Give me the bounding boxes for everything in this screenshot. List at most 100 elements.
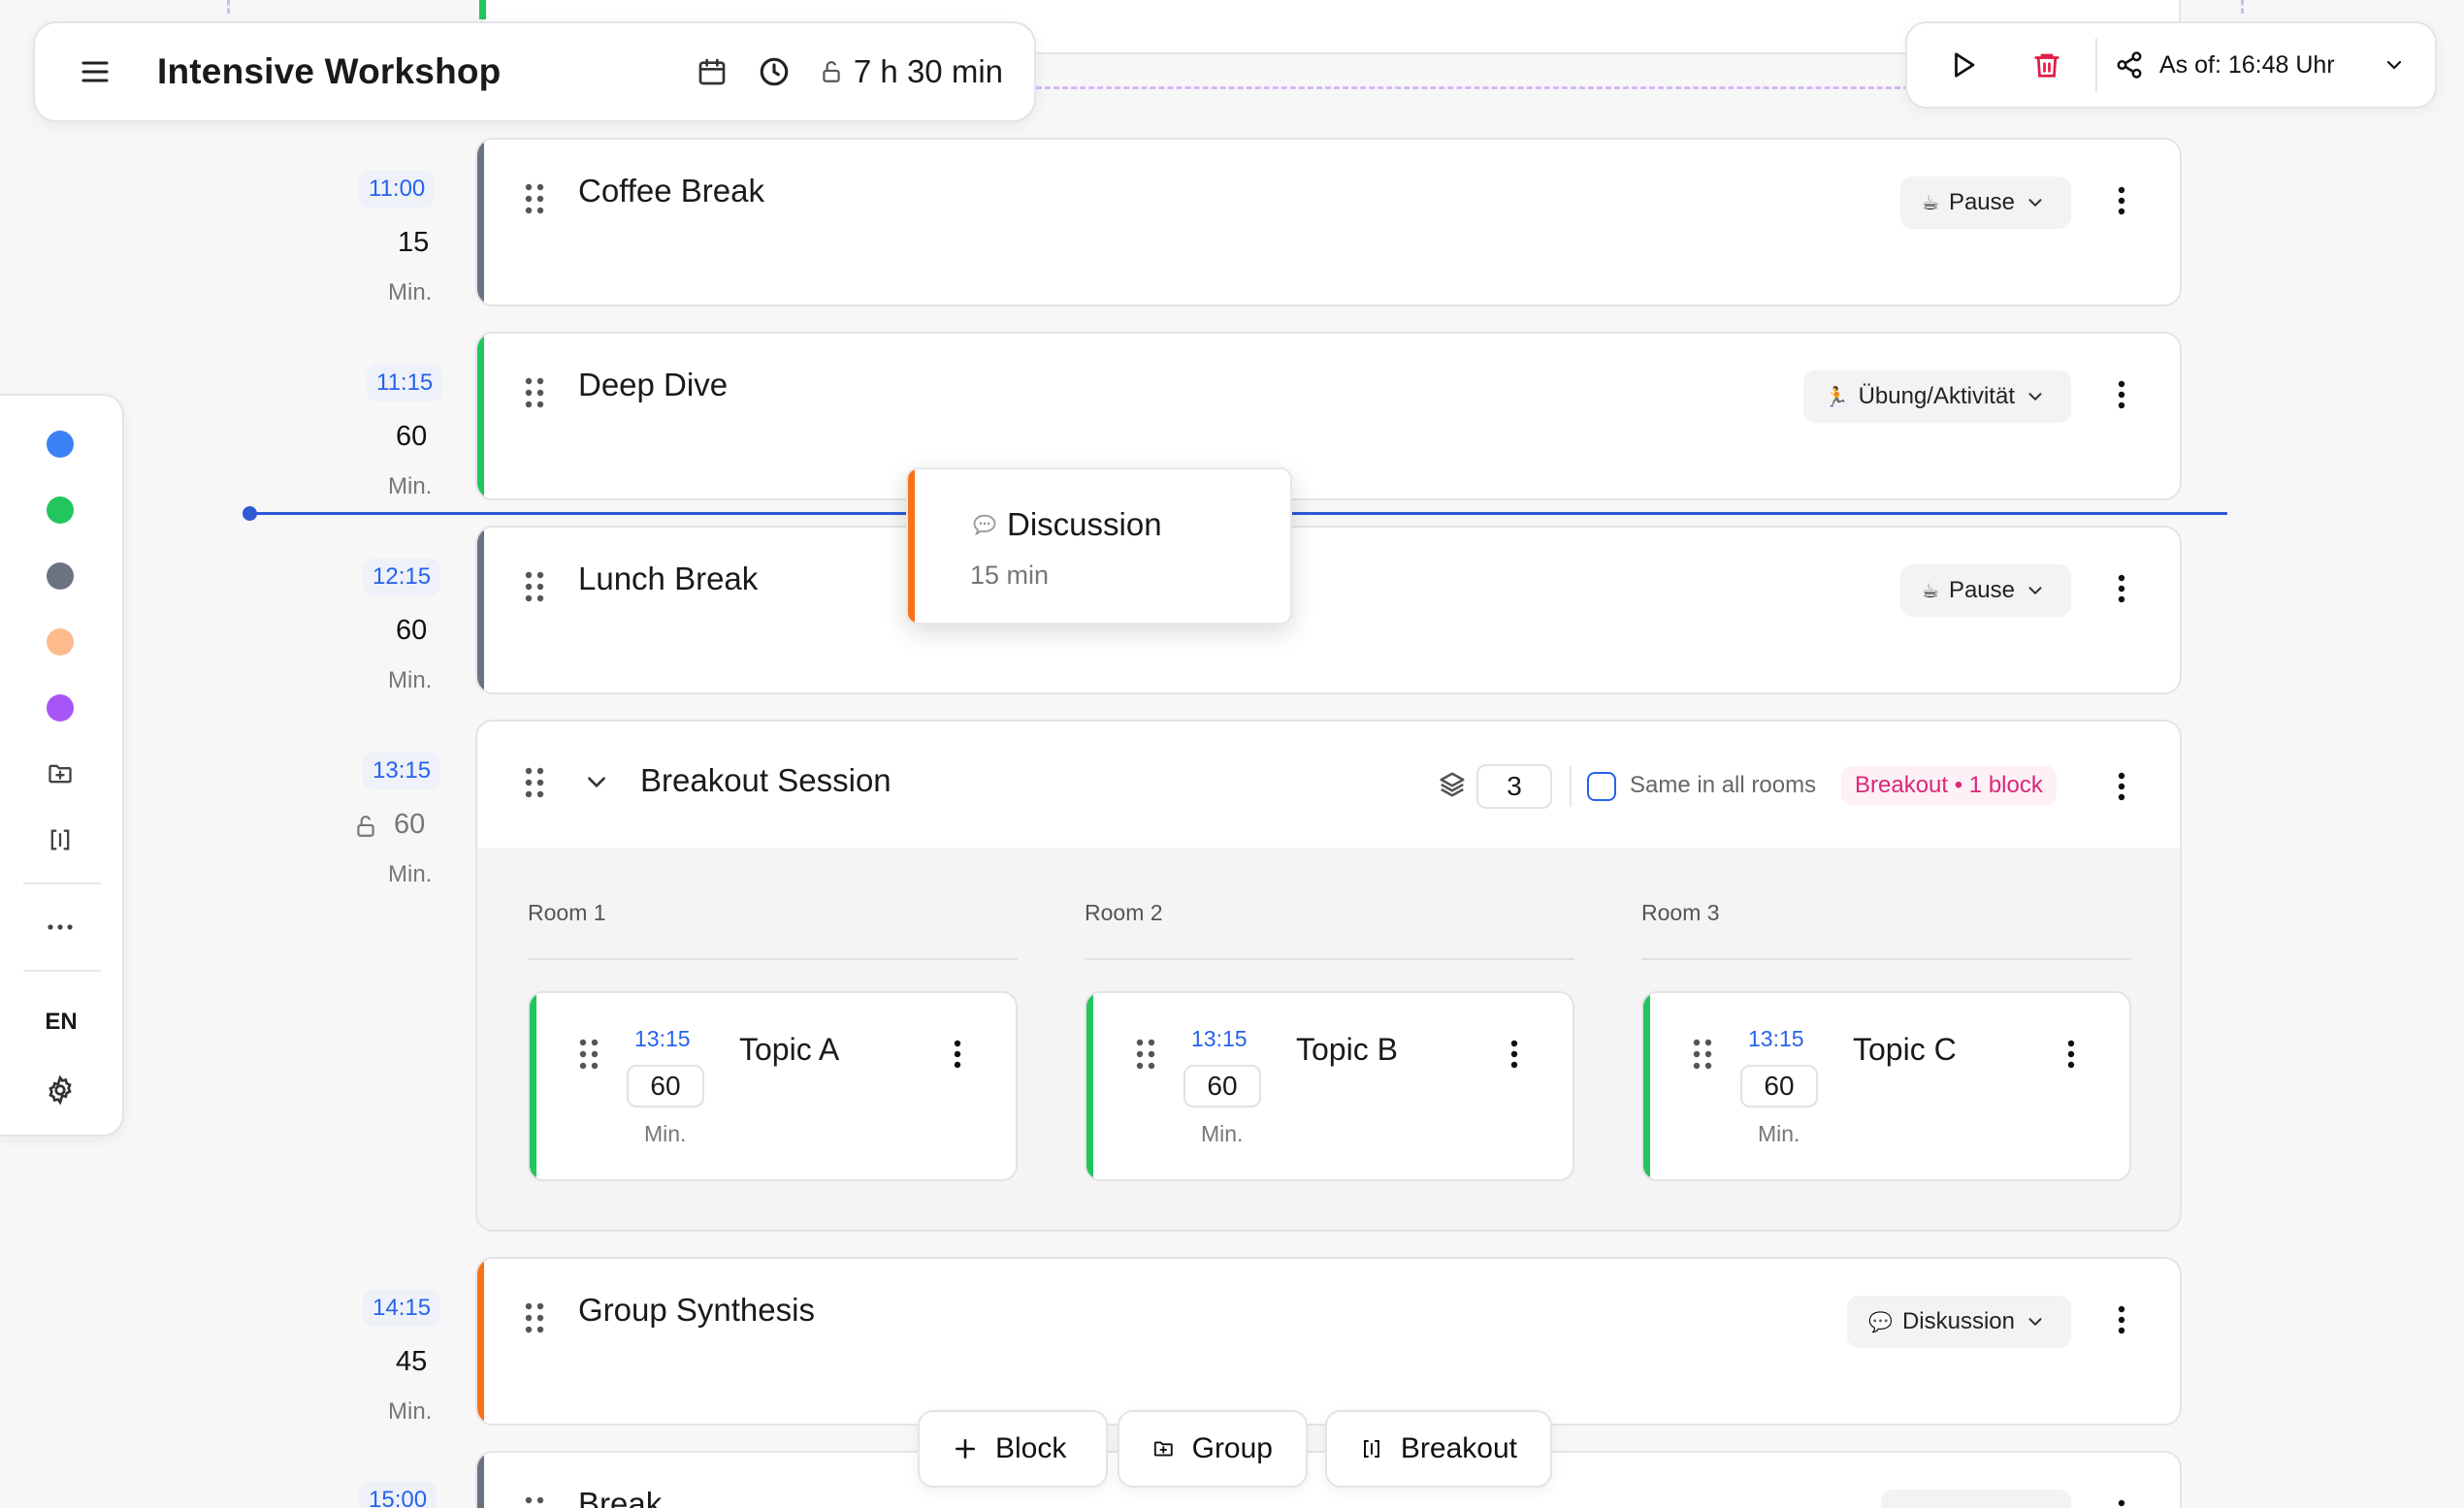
delete-button[interactable]: [2020, 38, 2074, 92]
block-duration[interactable]: 60: [396, 421, 427, 453]
agenda-toolbar: As of: 16:48 Uhr: [1905, 21, 2437, 109]
plus-icon: [956, 1439, 975, 1459]
block-type-dropdown[interactable]: 🏃 Übung/Aktivität: [1802, 370, 2071, 423]
add-group-button[interactable]: Group: [1118, 1410, 1308, 1488]
room-block[interactable]: 13:15 60 Min. Topic C: [1641, 991, 2131, 1181]
room-block-time: 13:15: [1191, 1026, 1248, 1051]
room-block-title[interactable]: Topic A: [739, 1032, 839, 1068]
block-type-dropdown[interactable]: 💬 Diskussion: [1847, 1296, 2071, 1348]
room-count-input[interactable]: 3: [1476, 764, 1552, 809]
room-block-duration[interactable]: 60: [1183, 1065, 1261, 1107]
language-switch[interactable]: EN: [0, 1009, 126, 1036]
duration-unit: Min.: [388, 667, 433, 693]
breakout-title[interactable]: Breakout Session: [640, 762, 892, 799]
block-title[interactable]: Break: [578, 1486, 662, 1508]
chevron-down-icon: [2028, 393, 2042, 401]
share-version-dropdown[interactable]: As of: 16:48 Uhr: [2115, 50, 2406, 80]
drag-handle-icon[interactable]: [524, 1301, 545, 1334]
agenda-block[interactable]: Coffee Break ☕ Pause: [475, 138, 2182, 306]
agenda-title[interactable]: Intensive Workshop: [157, 51, 673, 92]
agenda-block[interactable]: Lunch Break ☕ Pause: [475, 526, 2182, 694]
room-block-duration[interactable]: 60: [1740, 1065, 1818, 1107]
room-divider: [528, 958, 1018, 960]
block-type-dropdown[interactable]: ☕ Pause: [1900, 176, 2071, 229]
drag-handle-icon[interactable]: [578, 1038, 600, 1071]
speech-bubble-icon: 💬: [1868, 1311, 1893, 1333]
kebab-menu-icon[interactable]: [2118, 772, 2125, 801]
block-type-label: Übung/Aktivität: [1858, 383, 2015, 409]
color-swatch-blue[interactable]: [47, 431, 74, 458]
kebab-menu-icon[interactable]: [2118, 1499, 2125, 1508]
add-block-button[interactable]: Block: [918, 1410, 1108, 1488]
block-duration[interactable]: 60: [394, 809, 425, 841]
add-breakout-button[interactable]: Breakout: [1325, 1410, 1552, 1488]
previous-block-stripe: [479, 0, 486, 19]
calendar-icon[interactable]: [689, 48, 735, 95]
block-duration[interactable]: 45: [396, 1346, 427, 1378]
room-label: Room 1: [528, 900, 606, 925]
play-button[interactable]: [1936, 38, 1991, 92]
same-in-all-rooms-checkbox[interactable]: [1587, 772, 1616, 801]
agenda-block[interactable]: Deep Dive 🏃 Übung/Aktivität: [475, 332, 2182, 500]
header-divider: [1570, 766, 1572, 807]
duration-unit: Min.: [388, 473, 433, 499]
duration-unit: Min.: [388, 1398, 433, 1425]
block-start-time: 15:00: [359, 1482, 438, 1508]
block-title[interactable]: Lunch Break: [578, 561, 758, 597]
kebab-menu-icon[interactable]: [954, 1040, 961, 1069]
toolbar-divider: [2095, 38, 2097, 92]
block-type-dropdown[interactable]: ☕ Pause: [1900, 564, 2071, 617]
room-block-title[interactable]: Topic B: [1296, 1032, 1398, 1068]
room-divider: [1085, 958, 1574, 960]
block-title[interactable]: Deep Dive: [578, 367, 728, 403]
agenda-block[interactable]: Group Synthesis 💬 Diskussion: [475, 1257, 2182, 1426]
activity-icon: 🏃: [1824, 386, 1849, 408]
color-swatch-purple[interactable]: [47, 694, 74, 722]
chevron-down-icon[interactable]: [582, 770, 611, 795]
color-swatch-orange[interactable]: [47, 628, 74, 656]
kebab-menu-icon[interactable]: [2118, 1305, 2125, 1334]
block-duration[interactable]: 60: [396, 615, 427, 647]
sidebar-separator: [23, 970, 101, 972]
unlock-icon[interactable]: [353, 813, 378, 840]
breakout-session[interactable]: Breakout Session 3 Same in all rooms Bre…: [475, 720, 2182, 1232]
breakout-icon[interactable]: [41, 820, 80, 859]
kebab-menu-icon[interactable]: [2118, 380, 2125, 409]
kebab-menu-icon[interactable]: [2067, 1040, 2075, 1069]
breakout-badge: Breakout • 1 block: [1841, 766, 2057, 805]
kebab-menu-icon[interactable]: [2118, 186, 2125, 215]
room-block[interactable]: 13:15 60 Min. Topic A: [528, 991, 1018, 1181]
drag-handle-icon[interactable]: [524, 376, 545, 409]
drag-preview[interactable]: Discussion 15 min: [906, 467, 1292, 625]
more-icon[interactable]: [41, 908, 80, 947]
drag-handle-icon[interactable]: [524, 1495, 545, 1508]
add-folder-icon[interactable]: [41, 754, 80, 793]
drag-handle-icon[interactable]: [524, 766, 545, 799]
unlock-icon: [823, 61, 840, 82]
settings-icon[interactable]: [41, 1071, 80, 1109]
block-duration[interactable]: 15: [398, 227, 429, 259]
block-start-time: 14:15: [363, 1290, 441, 1327]
clock-icon[interactable]: [751, 48, 797, 95]
room-block[interactable]: 13:15 60 Min. Topic B: [1085, 991, 1574, 1181]
drag-handle-icon[interactable]: [524, 182, 545, 215]
block-type-dropdown[interactable]: [1881, 1490, 2071, 1508]
add-block-label: Block: [995, 1432, 1067, 1464]
total-duration[interactable]: 7 h 30 min: [819, 53, 1003, 90]
kebab-menu-icon[interactable]: [1510, 1040, 1518, 1069]
block-title[interactable]: Group Synthesis: [578, 1292, 815, 1329]
drag-handle-icon[interactable]: [1692, 1038, 1713, 1071]
group-outline-dashed: [1036, 86, 1909, 89]
room-block-title[interactable]: Topic C: [1853, 1032, 1957, 1068]
block-title[interactable]: Coffee Break: [578, 173, 764, 209]
room-block-time: 13:15: [634, 1026, 691, 1051]
room-block-duration[interactable]: 60: [627, 1065, 704, 1107]
drag-handle-icon[interactable]: [1135, 1038, 1156, 1071]
sidebar-separator: [23, 882, 101, 884]
color-swatch-green[interactable]: [47, 497, 74, 524]
drag-handle-icon[interactable]: [524, 570, 545, 603]
color-swatch-gray[interactable]: [47, 562, 74, 590]
block-type-label: Pause: [1948, 577, 2015, 603]
kebab-menu-icon[interactable]: [2118, 574, 2125, 603]
menu-icon[interactable]: [72, 48, 118, 95]
